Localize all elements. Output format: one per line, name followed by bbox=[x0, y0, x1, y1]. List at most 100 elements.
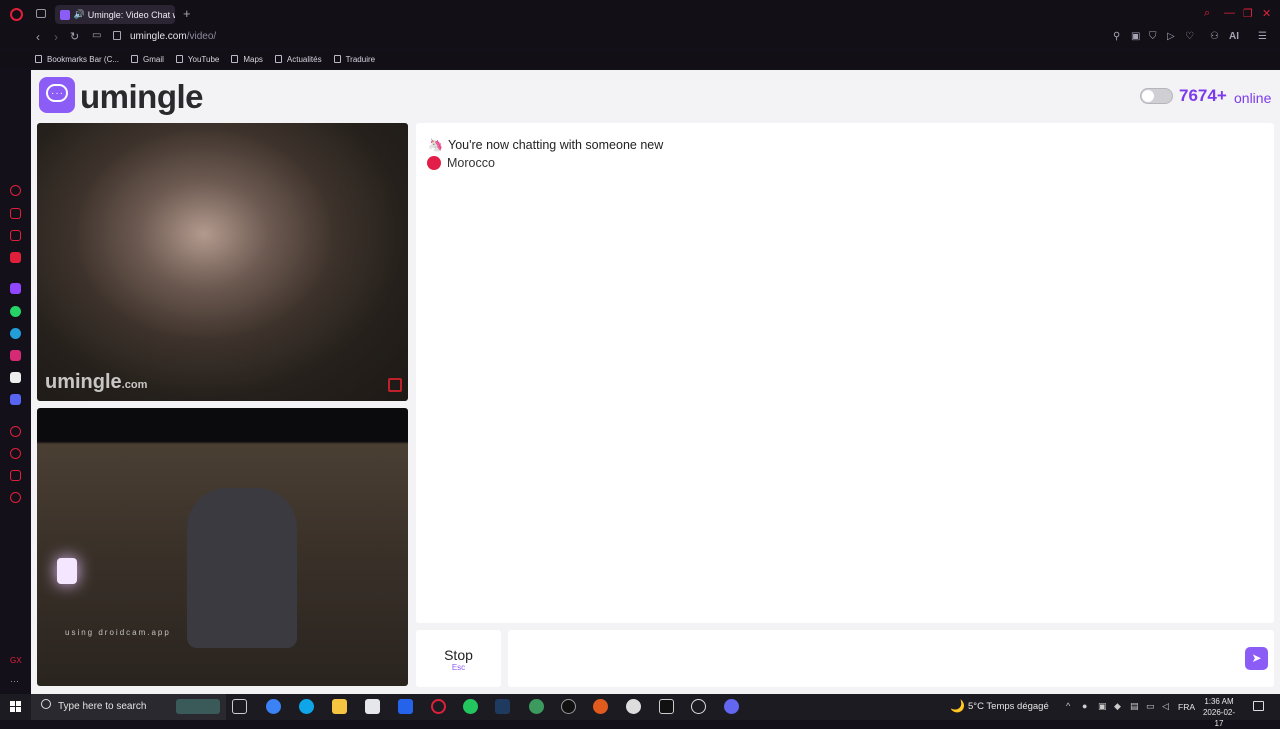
watermark-suffix: .com bbox=[121, 379, 148, 391]
language-indicator[interactable]: FRA bbox=[1178, 702, 1195, 712]
task-view-icon[interactable] bbox=[232, 699, 247, 714]
browser-sidebar: GX ··· bbox=[0, 70, 31, 694]
umingle-page: ··· umingle 7674+ online umingle.com usi… bbox=[31, 70, 1280, 694]
workspace-icon[interactable] bbox=[10, 208, 21, 219]
windows-start-icon[interactable] bbox=[10, 701, 22, 713]
more-icon[interactable]: ··· bbox=[10, 676, 21, 687]
bookmark-label: Actualités bbox=[286, 54, 322, 64]
bookmark-item[interactable]: Maps bbox=[231, 50, 263, 68]
telegram-icon[interactable] bbox=[10, 328, 21, 339]
bookmark-item[interactable]: Gmail bbox=[131, 50, 164, 68]
taskbar-clock[interactable]: 1:36 AM 2026-02-17 bbox=[1200, 696, 1238, 729]
forward-icon[interactable]: › bbox=[54, 30, 58, 44]
search-tabs-icon[interactable]: ⌕ bbox=[1204, 7, 1210, 20]
shield-icon[interactable]: ⛉ bbox=[1149, 31, 1157, 42]
stop-button[interactable]: Stop Esc bbox=[416, 630, 501, 687]
bookmarks-bar: Bookmarks Bar (C... Gmail YouTube Maps A… bbox=[0, 50, 1280, 68]
url-field[interactable]: umingle.com/video/ bbox=[130, 31, 216, 42]
tray-chevron-icon[interactable]: ^ bbox=[1066, 701, 1070, 711]
notification-icon[interactable] bbox=[1253, 701, 1264, 711]
close-icon[interactable]: ✕ bbox=[1262, 7, 1271, 20]
discord-taskbar-icon[interactable] bbox=[724, 699, 739, 714]
heart-icon[interactable]: ♡ bbox=[1185, 31, 1194, 42]
umingle-watermark: umingle.com bbox=[45, 371, 147, 394]
store-icon[interactable] bbox=[365, 699, 380, 714]
dark-mode-toggle[interactable] bbox=[1140, 88, 1173, 104]
history-icon[interactable] bbox=[10, 448, 21, 459]
page-icon bbox=[175, 55, 183, 63]
instagram-icon[interactable] bbox=[10, 350, 21, 361]
whatsapp-icon[interactable] bbox=[10, 306, 21, 317]
snapshot-icon[interactable]: ▭ bbox=[92, 30, 101, 41]
tray-app-icon[interactable]: ▤ bbox=[1130, 701, 1139, 712]
bookmark-label: Bookmarks Bar (C... bbox=[47, 54, 120, 64]
utorrent-icon[interactable] bbox=[463, 699, 478, 714]
chrome-icon[interactable] bbox=[529, 699, 544, 714]
system-message: You're now chatting with someone new bbox=[448, 138, 664, 152]
browser-tab-bar: 🔊 Umingle: Video Chat w + ⌕ — ❐ ✕ bbox=[0, 0, 1280, 28]
umingle-logo-text[interactable]: umingle bbox=[80, 78, 204, 116]
remote-video[interactable]: umingle.com bbox=[37, 123, 408, 401]
tray-app-icon[interactable]: ▣ bbox=[1098, 701, 1107, 712]
tiktok-icon[interactable] bbox=[10, 372, 21, 383]
search-highlight-icon[interactable] bbox=[176, 699, 220, 714]
local-video: using droidcam.app bbox=[37, 408, 408, 686]
obs-like-icon[interactable] bbox=[593, 699, 608, 714]
bookmark-item[interactable]: YouTube bbox=[175, 50, 220, 68]
extensions-icon[interactable] bbox=[10, 470, 21, 481]
music-icon[interactable] bbox=[10, 252, 21, 263]
volume-icon[interactable]: ◁ bbox=[1162, 701, 1169, 712]
minimize-icon[interactable]: — bbox=[1224, 7, 1235, 19]
url-path: /video/ bbox=[186, 31, 217, 42]
ai-button[interactable]: AI bbox=[1229, 31, 1239, 42]
menu-icon[interactable]: ☰ bbox=[1258, 31, 1267, 42]
epic-games-icon[interactable] bbox=[659, 699, 674, 714]
gaming-icon[interactable] bbox=[10, 230, 21, 241]
tab-manager-icon[interactable] bbox=[36, 9, 46, 18]
message-input[interactable] bbox=[508, 630, 1274, 687]
bookmark-item[interactable]: Actualités bbox=[274, 50, 322, 68]
bookmark-item[interactable]: Traduire bbox=[333, 50, 376, 68]
network-icon[interactable]: ▭ bbox=[1146, 701, 1155, 712]
file-explorer-icon[interactable] bbox=[332, 699, 347, 714]
aria-icon[interactable] bbox=[10, 185, 21, 196]
opera-taskbar-icon[interactable] bbox=[431, 699, 446, 714]
tab-umingle[interactable]: 🔊 Umingle: Video Chat w bbox=[55, 5, 175, 24]
weather-moon-icon: 🌙 bbox=[950, 699, 965, 713]
speaker-icon[interactable]: 🔊 bbox=[74, 9, 85, 20]
obs-icon[interactable] bbox=[626, 699, 641, 714]
send-icon[interactable]: ➤ bbox=[1245, 647, 1268, 670]
tray-app-icon[interactable]: ◆ bbox=[1114, 701, 1121, 712]
github-icon[interactable] bbox=[691, 699, 706, 714]
bookmark-item[interactable]: Bookmarks Bar (C... bbox=[35, 50, 119, 68]
profile-icon[interactable]: ⚇ bbox=[1210, 31, 1219, 42]
folder-icon bbox=[35, 55, 42, 63]
app-icon[interactable] bbox=[561, 699, 576, 714]
twitch-icon[interactable] bbox=[10, 283, 21, 294]
extension-icon[interactable]: ⚲ bbox=[1113, 31, 1120, 42]
weather-text[interactable]: 5°C Temps dégagé bbox=[968, 701, 1049, 712]
maximize-icon[interactable]: ❐ bbox=[1243, 7, 1253, 20]
settings-icon[interactable] bbox=[10, 492, 21, 503]
report-flag-icon[interactable] bbox=[388, 378, 402, 392]
reload-icon[interactable]: ↻ bbox=[70, 30, 79, 43]
discord-icon[interactable] bbox=[10, 394, 21, 405]
back-icon[interactable]: ‹ bbox=[36, 30, 40, 44]
tray-app-icon[interactable]: ● bbox=[1082, 701, 1087, 711]
opera-logo-icon[interactable] bbox=[10, 8, 23, 21]
gx-icon[interactable]: GX bbox=[10, 656, 22, 667]
page-icon bbox=[333, 55, 341, 63]
edge-icon[interactable] bbox=[299, 699, 314, 714]
bookmark-label: Traduire bbox=[345, 54, 376, 64]
play-icon[interactable]: ▷ bbox=[1167, 31, 1175, 42]
steam-icon[interactable] bbox=[495, 699, 510, 714]
new-tab-button[interactable]: + bbox=[183, 6, 191, 21]
copilot-icon[interactable] bbox=[266, 699, 281, 714]
mail-icon[interactable] bbox=[398, 699, 413, 714]
camera-icon[interactable]: ▣ bbox=[1131, 31, 1140, 42]
bookmark-label: YouTube bbox=[187, 54, 220, 64]
player-icon[interactable] bbox=[10, 426, 21, 437]
lock-icon bbox=[113, 31, 121, 40]
local-person-silhouette bbox=[187, 488, 297, 648]
umingle-logo-icon[interactable]: ··· bbox=[39, 77, 75, 113]
